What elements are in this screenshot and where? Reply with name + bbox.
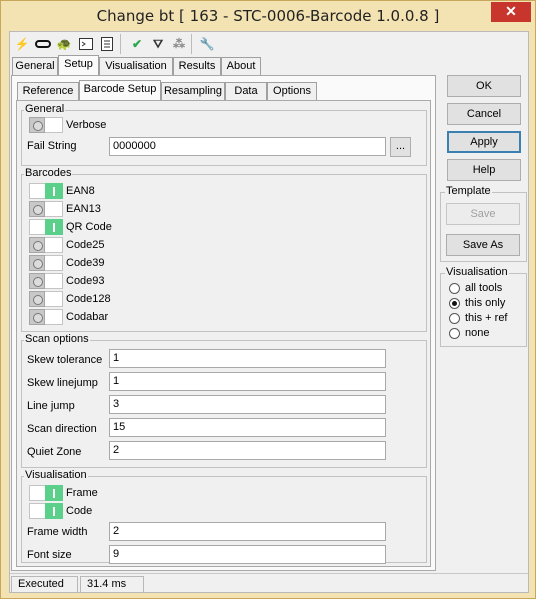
tab-reference[interactable]: Reference (17, 82, 79, 100)
scan-options-group-label: Scan options (24, 333, 90, 345)
code93-label: Code93 (66, 275, 105, 287)
quiet-zone-input[interactable]: 2 (109, 441, 386, 460)
tab-barcode-setup[interactable]: Barcode Setup (79, 80, 161, 100)
code39-label: Code39 (66, 257, 105, 269)
visualisation-group: Visualisation Frame Code Frame width 2 F… (21, 469, 427, 564)
frame-label: Frame (66, 487, 98, 499)
radio-this-plus-ref-label: this + ref (465, 312, 508, 324)
skew-tolerance-input[interactable]: 1 (109, 349, 386, 368)
radio-all-tools[interactable] (449, 283, 460, 294)
wrench-icon[interactable]: 🔧 (198, 35, 216, 53)
qr-code-label: QR Code (66, 221, 112, 233)
status-time: 31.4 ms (80, 576, 144, 593)
qr-code-toggle[interactable] (29, 219, 63, 235)
skew-tolerance-label: Skew tolerance (27, 354, 103, 366)
window-title: Change bt [ 163 - STC-0006-Barcode 1.0.0… (96, 7, 440, 25)
template-save-as-button[interactable]: Save As (446, 234, 520, 256)
frame-toggle[interactable] (29, 485, 63, 501)
lightning-icon[interactable]: ⚡ (13, 35, 31, 53)
graph-icon[interactable]: ⛛ (149, 35, 167, 53)
verbose-label: Verbose (66, 119, 107, 131)
barcodes-group-label: Barcodes (24, 167, 73, 179)
grid-icon[interactable]: ⁂ (170, 35, 188, 53)
ean8-label: EAN8 (66, 185, 95, 197)
help-button[interactable]: Help (447, 159, 521, 181)
tab-about[interactable]: About (221, 57, 261, 75)
ean8-toggle[interactable] (29, 183, 63, 199)
visualisation-radio-label: Visualisation (445, 266, 509, 278)
ean13-toggle[interactable] (29, 201, 63, 217)
line-jump-input[interactable]: 3 (109, 395, 386, 414)
tab-options[interactable]: Options (267, 82, 317, 100)
radio-none[interactable] (449, 328, 460, 339)
tab-setup[interactable]: Setup (58, 55, 99, 75)
code-label: Code (66, 505, 93, 517)
template-group: Template Save Save As (440, 185, 527, 262)
visualisation-radio-group: Visualisation all tools this only this +… (440, 266, 527, 347)
ok-button[interactable]: OK (447, 75, 521, 97)
frame-width-input[interactable]: 2 (109, 522, 386, 541)
scan-direction-input[interactable]: 15 (109, 418, 386, 437)
template-group-label: Template (445, 185, 492, 197)
quiet-zone-label: Quiet Zone (27, 446, 82, 458)
template-save-button[interactable]: Save (446, 203, 520, 225)
tab-resampling[interactable]: Resampling (161, 82, 225, 100)
barcode-setup-panel: General Verbose Fail String 0000000 ... … (16, 100, 431, 567)
toolbar-separator (191, 34, 192, 54)
radio-all-tools-label: all tools (465, 282, 503, 294)
codabar-label: Codabar (66, 311, 109, 323)
toolbar: ⚡ 🐢 ✔ ⛛ ⁂ 🔧 (10, 32, 528, 56)
close-button[interactable]: ✕ (491, 2, 531, 22)
setup-panel: Reference Barcode Setup Resampling Data … (11, 75, 436, 571)
frame-width-label: Frame width (27, 526, 88, 538)
radio-this-only[interactable] (449, 298, 460, 309)
code-toggle[interactable] (29, 503, 63, 519)
client-area: ⚡ 🐢 ✔ ⛛ ⁂ 🔧 General Setup Visualisation … (9, 31, 529, 593)
scan-direction-label: Scan direction (27, 423, 97, 435)
font-size-input[interactable]: 9 (109, 545, 386, 564)
radio-none-label: none (465, 327, 490, 339)
console-icon[interactable] (77, 35, 95, 53)
radio-this-only-label: this only (465, 297, 506, 309)
code128-toggle[interactable] (29, 291, 63, 307)
ean13-label: EAN13 (66, 203, 101, 215)
toolbar-separator (120, 34, 121, 54)
check-icon[interactable]: ✔ (128, 35, 146, 53)
skew-linejump-label: Skew linejump (27, 377, 98, 389)
barcodes-group: Barcodes EAN8 EAN13 QR Code Code25 Code3… (21, 167, 427, 332)
status-state: Executed (11, 576, 78, 593)
tab-results[interactable]: Results (173, 57, 221, 75)
apply-button[interactable]: Apply (447, 131, 521, 153)
codabar-toggle[interactable] (29, 309, 63, 325)
fail-string-input[interactable]: 0000000 (109, 137, 386, 156)
general-group: General Verbose Fail String 0000000 ... (21, 103, 427, 166)
dialog-window: Change bt [ 163 - STC-0006-Barcode 1.0.0… (0, 0, 536, 599)
fail-string-label: Fail String (27, 140, 77, 152)
code25-label: Code25 (66, 239, 105, 251)
code25-toggle[interactable] (29, 237, 63, 253)
tab-general[interactable]: General (12, 57, 58, 75)
link-icon[interactable] (34, 35, 52, 53)
scan-options-group: Scan options Skew tolerance 1 Skew linej… (21, 333, 427, 468)
turtle-icon[interactable]: 🐢 (55, 35, 73, 53)
skew-linejump-input[interactable]: 1 (109, 372, 386, 391)
visualisation-group-label: Visualisation (24, 469, 88, 481)
code128-label: Code128 (66, 293, 111, 305)
notes-icon[interactable] (98, 35, 116, 53)
code39-toggle[interactable] (29, 255, 63, 271)
cancel-button[interactable]: Cancel (447, 103, 521, 125)
code93-toggle[interactable] (29, 273, 63, 289)
status-bar: Executed 31.4 ms (10, 573, 528, 593)
line-jump-label: Line jump (27, 400, 75, 412)
general-group-label: General (24, 103, 66, 115)
tab-visualisation[interactable]: Visualisation (99, 57, 173, 75)
fail-string-browse-button[interactable]: ... (390, 137, 411, 157)
radio-this-plus-ref[interactable] (449, 313, 460, 324)
font-size-label: Font size (27, 549, 72, 561)
tab-data[interactable]: Data (225, 82, 267, 100)
verbose-toggle[interactable] (29, 117, 63, 133)
title-bar: Change bt [ 163 - STC-0006-Barcode 1.0.0… (1, 1, 535, 31)
